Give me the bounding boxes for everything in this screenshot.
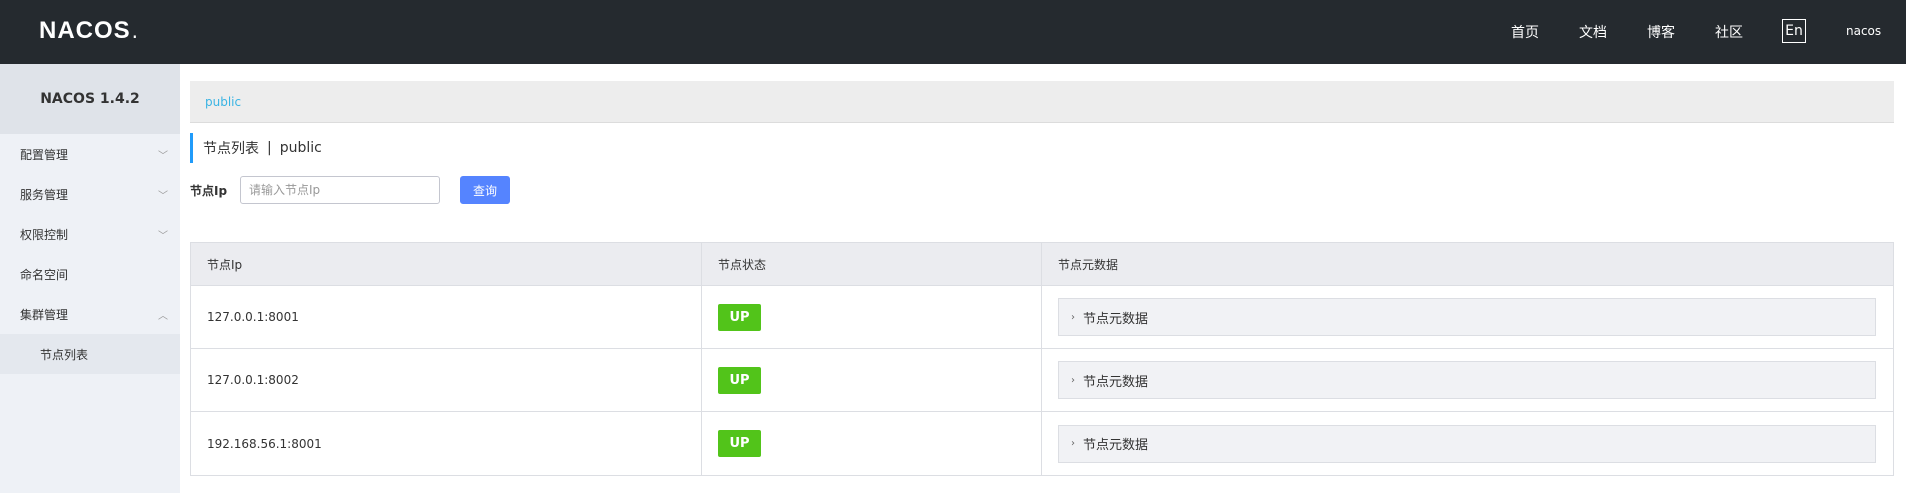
- sidebar: NACOS 1.4.2 配置管理 ﹀ 服务管理 ﹀ 权限控制 ﹀ 命名空间 集群…: [0, 64, 180, 493]
- node-ip: 127.0.0.1:8001: [191, 286, 702, 348]
- search-row: 节点Ip 查询: [190, 175, 1894, 205]
- nacos-logo[interactable]: NACOS .: [39, 17, 138, 45]
- metadata-expander[interactable]: › 节点元数据: [1058, 361, 1876, 399]
- metadata-expander[interactable]: › 节点元数据: [1058, 424, 1876, 463]
- nav-docs[interactable]: 文档: [1579, 22, 1607, 42]
- node-state-cell: UP: [702, 412, 1042, 475]
- node-state-cell: UP: [702, 349, 1042, 411]
- metadata-label: 节点元数据: [1083, 374, 1149, 390]
- nav-home[interactable]: 首页: [1511, 22, 1539, 42]
- sidebar-subitem-node-list[interactable]: 节点列表: [0, 334, 180, 374]
- user-name[interactable]: nacos: [1846, 24, 1881, 38]
- top-header: NACOS . 首页 文档 博客 社区 En nacos: [0, 0, 1906, 64]
- sidebar-item-service[interactable]: 服务管理 ﹀: [0, 174, 180, 214]
- status-badge: UP: [718, 430, 761, 457]
- sidebar-title: NACOS 1.4.2: [0, 64, 180, 134]
- page-title-text: 节点列表: [203, 141, 259, 157]
- table-row: 127.0.0.1:8002 UP › 节点元数据: [191, 349, 1893, 412]
- node-ip: 127.0.0.1:8002: [191, 349, 702, 411]
- sidebar-item-namespace[interactable]: 命名空间: [0, 254, 180, 294]
- chevron-right-icon: ›: [1071, 374, 1075, 386]
- chevron-down-icon: ﹀: [158, 190, 168, 202]
- status-badge: UP: [718, 303, 761, 331]
- node-metadata-cell: › 节点元数据: [1042, 286, 1893, 348]
- metadata-label: 节点元数据: [1083, 311, 1149, 327]
- language-switch-button[interactable]: En: [1782, 19, 1806, 43]
- sidebar-item-cluster[interactable]: 集群管理 ︿: [0, 294, 180, 334]
- node-table: 节点Ip 节点状态 节点元数据 127.0.0.1:8001 UP › 节点元数…: [190, 242, 1894, 476]
- column-header-ip: 节点Ip: [191, 243, 702, 285]
- page-title: 节点列表 | public: [190, 133, 1894, 163]
- sidebar-item-label: 权限控制: [20, 227, 69, 242]
- metadata-label: 节点元数据: [1083, 438, 1149, 453]
- page-title-separator: |: [267, 140, 272, 156]
- logo-text: NACOS: [39, 17, 131, 44]
- sidebar-item-label: 配置管理: [20, 147, 69, 162]
- search-label: 节点Ip: [190, 183, 228, 198]
- table-row: 192.168.56.1:8001 UP › 节点元数据: [191, 412, 1893, 475]
- table-row: 127.0.0.1:8001 UP › 节点元数据: [191, 286, 1893, 349]
- sidebar-item-label: 服务管理: [20, 187, 69, 202]
- node-ip: 192.168.56.1:8001: [191, 412, 702, 475]
- metadata-expander[interactable]: › 节点元数据: [1058, 298, 1876, 336]
- namespace-bar: public: [190, 81, 1894, 123]
- chevron-down-icon: ﹀: [158, 230, 168, 242]
- status-badge: UP: [718, 366, 761, 394]
- node-metadata-cell: › 节点元数据: [1042, 349, 1893, 411]
- nav-blog[interactable]: 博客: [1647, 22, 1675, 42]
- chevron-right-icon: ›: [1071, 311, 1075, 323]
- main-content: public 节点列表 | public 节点Ip 查询 节点Ip 节点状态 节…: [190, 81, 1894, 476]
- sidebar-item-label: 集群管理: [20, 307, 69, 322]
- chevron-down-icon: ﹀: [158, 150, 168, 162]
- column-header-metadata: 节点元数据: [1058, 257, 1119, 272]
- page-title-namespace: public: [279, 140, 322, 156]
- namespace-link[interactable]: public: [205, 95, 241, 109]
- node-state-cell: UP: [702, 286, 1042, 348]
- sidebar-subitem-label: 节点列表: [40, 347, 89, 362]
- column-header-state: 节点状态: [702, 243, 1042, 285]
- nav-community[interactable]: 社区: [1715, 22, 1743, 42]
- table-header: 节点Ip 节点状态 节点元数据: [191, 243, 1893, 286]
- chevron-right-icon: ›: [1071, 438, 1075, 449]
- sidebar-item-auth[interactable]: 权限控制 ﹀: [0, 214, 180, 254]
- sidebar-item-config[interactable]: 配置管理 ﹀: [0, 134, 180, 174]
- chevron-up-icon: ︿: [158, 310, 168, 322]
- logo-dot: .: [131, 19, 139, 43]
- query-button[interactable]: 查询: [460, 176, 510, 204]
- node-metadata-cell: › 节点元数据: [1042, 412, 1893, 475]
- node-ip-input[interactable]: [240, 176, 440, 204]
- sidebar-item-label: 命名空间: [20, 267, 69, 282]
